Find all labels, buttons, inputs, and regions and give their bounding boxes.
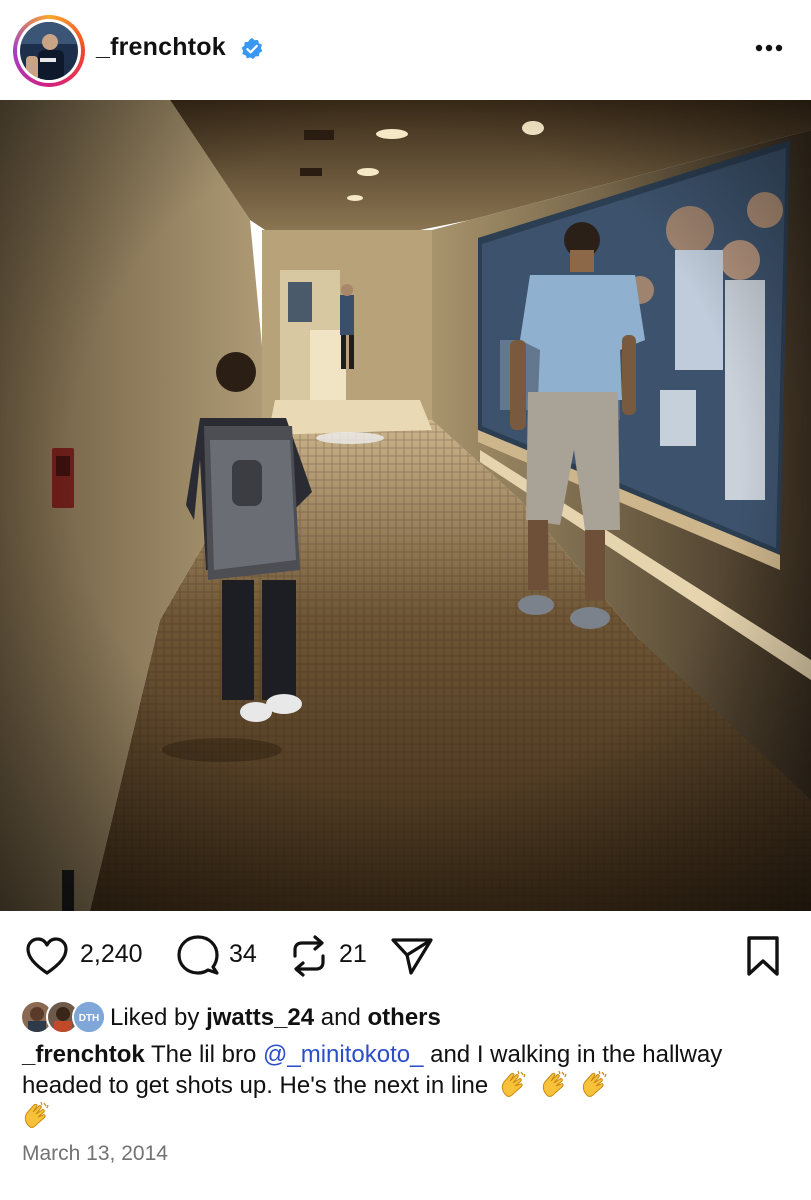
instagram-post: _frenchtok 2,240 34 21 DTH Liked by jwat… (0, 0, 811, 1200)
liked-by-others[interactable]: others (368, 1004, 441, 1031)
avatar-image (20, 22, 78, 80)
verified-badge-icon (241, 38, 263, 59)
post-caption: _frenchtok The lil bro @_minitokoto_ and… (22, 1040, 792, 1132)
profile-avatar[interactable] (20, 22, 78, 80)
caption-text-before: The lil bro (150, 1041, 257, 1068)
post-header: _frenchtok (0, 0, 811, 100)
repost-count[interactable]: 21 (339, 940, 367, 969)
share-icon[interactable] (389, 935, 435, 977)
more-options-icon[interactable] (751, 36, 787, 60)
clapping-hands-icon (501, 1070, 526, 1097)
clapping-hands-icon (542, 1070, 567, 1097)
post-actions: 2,240 34 21 (0, 926, 811, 986)
clapping-hands-icon (24, 1101, 49, 1128)
svg-text:DTH: DTH (79, 1013, 100, 1024)
liked-by-text: Liked by jwatts_24 and others (110, 1004, 441, 1032)
post-username[interactable]: _frenchtok (96, 33, 226, 62)
post-date: March 13, 2014 (22, 1142, 168, 1165)
clapping-hands-icon (583, 1070, 607, 1097)
liker-avatar[interactable]: DTH (72, 1000, 106, 1034)
heart-icon[interactable] (24, 935, 70, 977)
caption-username[interactable]: _frenchtok (22, 1041, 145, 1068)
story-ring[interactable] (13, 15, 85, 87)
likes-row: DTH Liked by jwatts_24 and others (20, 998, 800, 1036)
liked-by-and: and (320, 1004, 361, 1031)
liked-by-prefix: Liked by (110, 1004, 200, 1031)
bookmark-icon[interactable] (744, 934, 782, 978)
caption-mention[interactable]: @_minitokoto_ (263, 1041, 423, 1068)
comment-count[interactable]: 34 (229, 940, 257, 969)
like-count[interactable]: 2,240 (80, 940, 143, 969)
liked-by-user[interactable]: jwatts_24 (206, 1004, 314, 1031)
repost-icon[interactable] (287, 932, 331, 980)
post-photo[interactable] (0, 100, 811, 911)
comment-icon[interactable] (175, 933, 221, 979)
hallway-photo (0, 100, 811, 911)
